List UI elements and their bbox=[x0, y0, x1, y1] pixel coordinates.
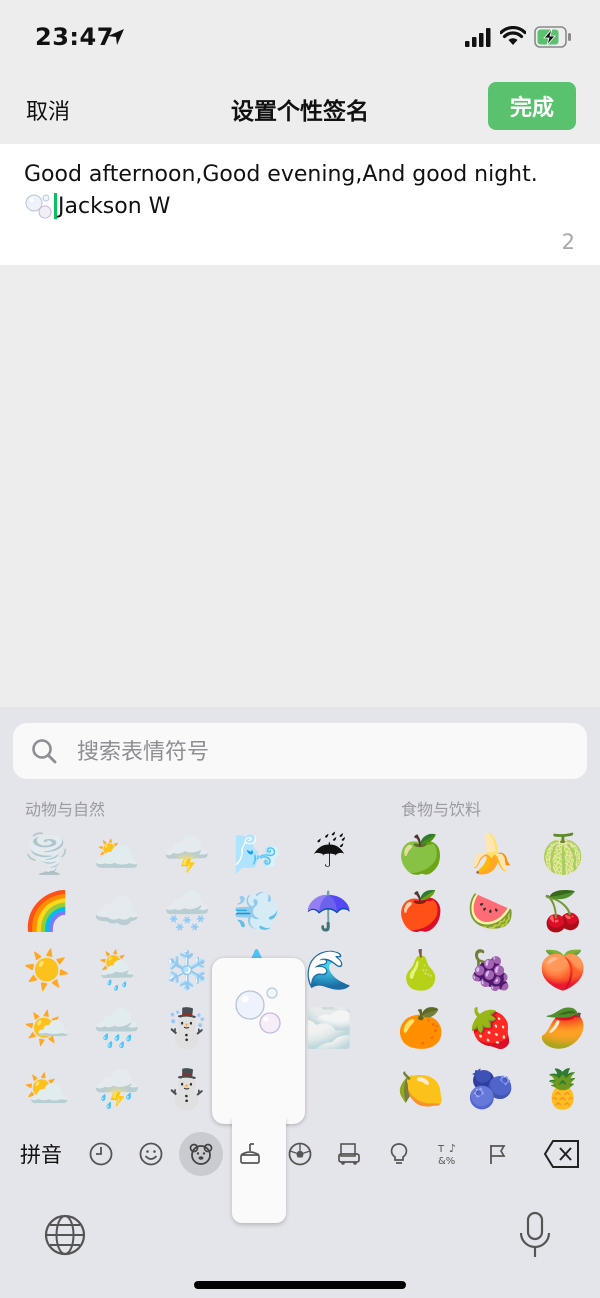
nature-emoji-key[interactable]: 🌈 bbox=[18, 882, 76, 940]
food-emoji-key[interactable]: 🍌 bbox=[462, 825, 520, 883]
food-icon bbox=[240, 1143, 260, 1164]
globe-language-icon[interactable] bbox=[43, 1213, 87, 1257]
status-bar: 23:47 bbox=[0, 0, 600, 76]
signature-name-text: Jackson W bbox=[58, 193, 171, 219]
food-emoji-key[interactable]: 🥭 bbox=[534, 999, 592, 1057]
text-cursor bbox=[54, 193, 57, 219]
tab-travel-places[interactable] bbox=[327, 1132, 371, 1176]
sports-icon bbox=[288, 1142, 312, 1166]
emoji-search-bar[interactable] bbox=[13, 723, 587, 779]
home-indicator bbox=[194, 1281, 406, 1289]
nature-emoji-key[interactable]: 🌩️ bbox=[158, 825, 216, 883]
nature-emoji-key[interactable]: ⛄ bbox=[158, 1060, 216, 1118]
signature-text-editor[interactable]: Good afternoon,Good evening,And good nig… bbox=[0, 144, 600, 265]
emoji-category-tab-bar: 拼音 T ♪ &% bbox=[0, 1127, 600, 1181]
animals-icon bbox=[189, 1143, 213, 1165]
category-label-food-drink: 食物与饮料 bbox=[401, 800, 482, 819]
food-emoji-key[interactable]: 🍍 bbox=[534, 1060, 592, 1118]
food-emoji-key[interactable]: 🫐 bbox=[462, 1060, 520, 1118]
microphone-dictation-icon[interactable] bbox=[518, 1211, 552, 1259]
tab-flags[interactable] bbox=[476, 1132, 520, 1176]
food-emoji-key[interactable]: 🍊 bbox=[392, 999, 450, 1057]
nature-emoji-key[interactable]: ❄️ bbox=[158, 941, 216, 999]
emoji-search-input[interactable] bbox=[75, 735, 569, 769]
popup-join bbox=[232, 1111, 286, 1127]
recent-clock-icon bbox=[89, 1142, 113, 1166]
nature-emoji-key[interactable]: 🌪️ bbox=[18, 825, 76, 883]
nature-emoji-key[interactable]: ⛈️ bbox=[88, 1060, 146, 1118]
nature-emoji-key[interactable]: 🌦️ bbox=[88, 941, 146, 999]
food-emoji-key[interactable]: 🍋 bbox=[392, 1060, 450, 1118]
signature-text-line-1: Good afternoon,Good evening,And good nig… bbox=[24, 162, 538, 187]
nature-emoji-key[interactable]: 🌬️ bbox=[228, 825, 286, 883]
tab-smileys[interactable] bbox=[129, 1132, 173, 1176]
tab-objects[interactable] bbox=[377, 1132, 421, 1176]
food-emoji-key[interactable]: 🍇 bbox=[462, 941, 520, 999]
nature-emoji-key[interactable]: 💨 bbox=[228, 882, 286, 940]
food-emoji-key[interactable]: 🍒 bbox=[534, 882, 592, 940]
navigation-bar: 取消 设置个性签名 完成 bbox=[0, 76, 600, 142]
nature-emoji-key[interactable]: ⛅ bbox=[18, 1060, 76, 1118]
wifi-icon bbox=[500, 26, 526, 45]
nature-emoji-key[interactable]: 🌨️ bbox=[158, 882, 216, 940]
nature-emoji-key[interactable]: 🌧️ bbox=[88, 999, 146, 1057]
travel-icon bbox=[338, 1143, 360, 1165]
objects-icon bbox=[390, 1143, 408, 1164]
svg-text:&%: &% bbox=[438, 1156, 455, 1167]
location-arrow-icon bbox=[108, 29, 124, 45]
food-emoji-key[interactable]: 🍐 bbox=[392, 941, 450, 999]
nature-emoji-key[interactable]: 🌤️ bbox=[18, 999, 76, 1057]
tab-food-drink[interactable] bbox=[228, 1132, 272, 1176]
nature-emoji-key[interactable]: ☀️ bbox=[18, 941, 76, 999]
tab-animals-nature[interactable] bbox=[179, 1132, 223, 1176]
pinyin-switch-key[interactable]: 拼音 bbox=[20, 1139, 62, 1169]
signature-text-line-2: Jackson W bbox=[24, 192, 170, 220]
nature-emoji-key[interactable]: ☁️ bbox=[88, 882, 146, 940]
nature-emoji-key[interactable]: ☂️ bbox=[300, 882, 358, 940]
clock-time: 23:47 bbox=[35, 23, 114, 51]
tab-symbols[interactable]: T ♪ &% bbox=[427, 1132, 471, 1176]
bubbles-emoji-icon bbox=[25, 194, 52, 219]
backspace-delete-icon[interactable] bbox=[543, 1139, 581, 1169]
tab-activity[interactable] bbox=[278, 1132, 322, 1176]
food-emoji-key[interactable]: 🍉 bbox=[462, 882, 520, 940]
cellular-signal-icon bbox=[465, 28, 491, 47]
flags-icon bbox=[490, 1145, 506, 1164]
smiley-icon bbox=[139, 1142, 163, 1166]
bubbles-emoji-preview-icon bbox=[235, 987, 281, 1034]
nature-emoji-key[interactable]: 🌊 bbox=[300, 941, 358, 999]
done-button[interactable]: 完成 bbox=[488, 82, 576, 130]
nature-emoji-key[interactable]: ☃️ bbox=[158, 999, 216, 1057]
svg-text:♪: ♪ bbox=[449, 1142, 456, 1155]
category-label-animals-nature: 动物与自然 bbox=[25, 800, 106, 819]
nature-emoji-key[interactable]: 🌫️ bbox=[300, 999, 358, 1057]
character-counter: 2 bbox=[561, 230, 575, 254]
food-emoji-key[interactable]: 🍏 bbox=[392, 825, 450, 883]
battery-charging-icon bbox=[534, 26, 571, 48]
svg-text:T: T bbox=[437, 1144, 445, 1155]
nature-emoji-key[interactable]: ☔ bbox=[300, 825, 358, 883]
emoji-keyboard: 动物与自然 食物与饮料 🌪️🌥️🌩️🌬️☔🌈☁️🌨️💨☂️☀️🌦️❄️💧🌊🌤️🌧… bbox=[0, 707, 600, 1298]
food-emoji-key[interactable]: 🍓 bbox=[462, 999, 520, 1057]
symbols-icon: T ♪&% bbox=[437, 1142, 456, 1167]
food-emoji-key[interactable]: 🍑 bbox=[534, 941, 592, 999]
nature-emoji-key[interactable]: 🌥️ bbox=[88, 825, 146, 883]
food-emoji-key[interactable]: 🍎 bbox=[392, 882, 450, 940]
food-emoji-key[interactable]: 🍈 bbox=[534, 825, 592, 883]
search-icon bbox=[32, 739, 57, 764]
tab-recent[interactable] bbox=[79, 1132, 123, 1176]
